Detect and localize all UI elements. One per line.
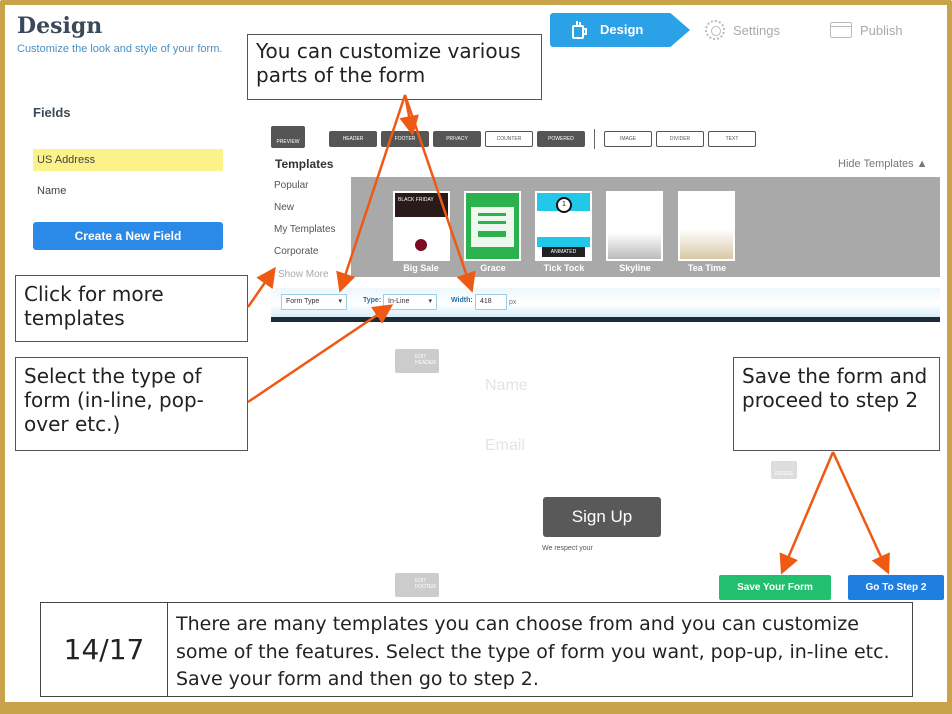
design-cup-icon <box>570 20 588 40</box>
name-input-placeholder[interactable]: Name <box>485 377 528 395</box>
toolbar-divider-button[interactable]: DIVIDER <box>656 131 704 147</box>
show-more-link[interactable]: Show More <box>278 269 329 280</box>
go-to-step2-button[interactable]: Go To Step 2 <box>848 575 944 600</box>
template-label: Grace <box>480 263 506 273</box>
arrow-to-show-more <box>246 266 276 308</box>
chevron-down-icon: ▾ <box>338 298 342 305</box>
save-form-button[interactable]: Save Your Form <box>719 575 831 600</box>
form-options-bar: Form Type ▾ Type: In-Line ▾ Width: 418 p… <box>271 288 940 322</box>
gear-icon <box>705 20 725 40</box>
caption-text: There are many templates you can choose … <box>176 613 890 691</box>
templates-heading: Templates <box>275 157 334 171</box>
type-select[interactable]: In-Line ▾ <box>383 294 437 310</box>
email-input-placeholder[interactable]: Email <box>485 437 525 455</box>
edit-header-button[interactable]: EDIT HEADER <box>395 349 439 373</box>
form-type-value: Form Type <box>286 298 320 305</box>
template-category[interactable]: Popular <box>274 180 308 191</box>
bottom-bar <box>0 702 952 714</box>
type-label: Type: <box>363 297 382 304</box>
template-label: Tick Tock <box>543 263 585 273</box>
template-category[interactable]: New <box>274 202 294 213</box>
width-input[interactable]: 418 <box>475 294 507 310</box>
callout-save: Save the form and proceed to step 2 <box>733 357 940 451</box>
toolbar-powered-button[interactable]: POWERED <box>537 131 585 147</box>
type-value: In-Line <box>388 298 410 305</box>
toolbar-text-button[interactable]: TEXT <box>708 131 756 147</box>
toolbar-counter-button[interactable]: COUNTER <box>485 131 533 147</box>
step-publish-label: Publish <box>860 22 903 38</box>
create-field-button[interactable]: Create a New Field <box>33 222 223 250</box>
step-publish[interactable]: Publish <box>830 17 903 43</box>
template-thumb-tea-time[interactable] <box>678 191 735 261</box>
toolbar-image-button[interactable]: IMAGE <box>604 131 652 147</box>
template-thumb-skyline[interactable] <box>606 191 663 261</box>
step-settings[interactable]: Settings <box>705 17 780 43</box>
hide-templates-link[interactable]: Hide Templates ▲ <box>838 158 928 170</box>
chevron-down-icon: ▾ <box>428 298 432 305</box>
resize-handle[interactable]: RESIZE <box>771 461 797 479</box>
clock-icon: 1 <box>556 197 572 213</box>
field-item[interactable]: Name <box>37 185 66 197</box>
step-settings-label: Settings <box>733 22 780 38</box>
form-type-select[interactable]: Form Type ▾ <box>281 294 347 310</box>
page-subtitle: Customize the look and style of your for… <box>17 43 223 55</box>
big-sale-banner: BLACK FRIDAY <box>395 193 448 217</box>
slide-content: Design Customize the look and style of y… <box>5 5 947 702</box>
signup-button[interactable]: Sign Up <box>543 497 661 537</box>
step-design-label: Design <box>600 22 644 37</box>
big-sale-badge <box>415 239 427 251</box>
toolbar-privacy-button[interactable]: PRIVACY <box>433 131 481 147</box>
template-category[interactable]: Corporate <box>274 246 318 257</box>
field-item[interactable]: US Address <box>33 149 223 171</box>
template-label: Big Sale <box>403 263 439 273</box>
toolbar-divider <box>594 129 595 149</box>
width-label: Width: <box>451 297 473 304</box>
step-design[interactable]: Design <box>550 13 690 47</box>
toolbar-header-button[interactable]: HEADER <box>329 131 377 147</box>
toolbar-footer-button[interactable]: FOOTER <box>381 131 429 147</box>
template-thumb-big-sale[interactable]: BLACK FRIDAY <box>393 191 450 261</box>
template-thumb-grace[interactable] <box>464 191 521 261</box>
fields-heading: Fields <box>33 105 71 120</box>
callout-form-type: Select the type of form (in-line, pop-ov… <box>15 357 248 451</box>
template-label: Tea Time <box>687 263 727 273</box>
arrow-to-toolbar <box>399 94 419 136</box>
template-category[interactable]: My Templates <box>274 224 336 235</box>
caption-table: 14/17 There are many templates you can c… <box>40 602 913 697</box>
edit-footer-button[interactable]: EDIT FOOTER <box>395 573 439 597</box>
slide-number: 14/17 <box>41 603 168 696</box>
template-thumb-tick-tock[interactable]: 1 ANIMATED <box>535 191 592 261</box>
arrow-to-step2 <box>831 451 890 575</box>
template-gallery: BLACK FRIDAY Big Sale Grace 1 ANIMATED T… <box>351 177 940 277</box>
callout-more-templates: Click for more templates <box>15 275 248 342</box>
privacy-note: We respect your <box>542 545 593 552</box>
width-unit: px <box>509 299 517 306</box>
preview-button[interactable]: PREVIEW <box>271 126 305 148</box>
callout-customize: You can customize various parts of the f… <box>247 34 542 100</box>
publish-icon <box>830 22 852 38</box>
page-title: Design <box>17 13 103 39</box>
template-label: Skyline <box>619 263 651 273</box>
animated-badge: ANIMATED <box>542 247 585 257</box>
